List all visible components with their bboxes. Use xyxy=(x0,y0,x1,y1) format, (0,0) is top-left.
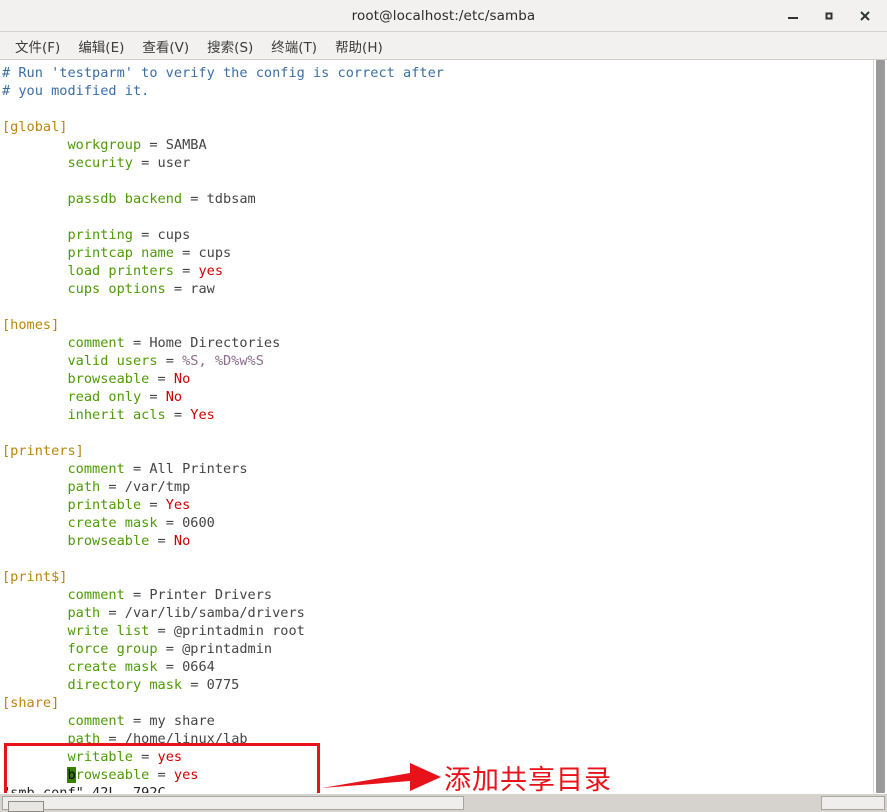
terminal-entry-line: path = /home/linux/lab xyxy=(67,731,248,747)
terminal-entry-line: passdb backend = tdbsam xyxy=(67,191,256,207)
terminal-entry-line: comment = Printer Drivers xyxy=(67,587,273,603)
menu-item-file[interactable]: 文件(F) xyxy=(8,34,67,58)
terminal-entry-line: write list = @printadmin root xyxy=(67,623,305,639)
close-icon[interactable] xyxy=(857,8,873,24)
window-title: root@localhost:/etc/samba xyxy=(351,7,536,24)
terminal-section-header: [printers] xyxy=(2,442,873,460)
horizontal-scrollbar-thumb[interactable] xyxy=(8,801,44,812)
maximize-icon[interactable] xyxy=(821,8,837,24)
terminal-entry-line: browseable = No xyxy=(67,533,191,549)
window-controls xyxy=(785,8,887,24)
terminal-section-header: [homes] xyxy=(2,316,873,334)
menubar: 文件(F) 编辑(E) 查看(V) 搜索(S) 终端(T) 帮助(H) xyxy=(0,32,887,60)
terminal-entry-line: printable = Yes xyxy=(67,497,191,513)
terminal-entry-line: comment = Home Directories xyxy=(67,335,281,351)
terminal-entry-line: browseable = yes xyxy=(67,767,199,783)
terminal-cursor: b xyxy=(67,767,76,783)
terminal-section-header: [global] xyxy=(2,118,873,136)
terminal-section-header: [share] xyxy=(2,694,873,712)
terminal-entry-line: path = /var/tmp xyxy=(67,479,191,495)
menu-item-view[interactable]: 查看(V) xyxy=(135,34,196,58)
section-name-printers: [printers] xyxy=(2,443,84,459)
terminal-comment-line: # you modified it. xyxy=(2,83,150,99)
terminal-entry-line: browseable = No xyxy=(67,371,191,387)
menu-item-help[interactable]: 帮助(H) xyxy=(328,34,390,58)
terminal-entry-line: read only = No xyxy=(67,389,183,405)
terminal-section-header: [print$] xyxy=(2,568,873,586)
terminal-entry-line: comment = my share xyxy=(67,713,215,729)
terminal-entry-line: comment = All Printers xyxy=(67,461,248,477)
terminal-entry-line: force group = @printadmin xyxy=(67,641,273,657)
section-name-homes: [homes] xyxy=(2,317,60,333)
terminal-entry-line: directory mask = 0775 xyxy=(67,677,240,693)
minimize-icon[interactable] xyxy=(785,8,801,24)
terminal-entry-line: load printers = yes xyxy=(67,263,224,279)
section-name-share: [share] xyxy=(2,695,60,711)
terminal-entry-line: printing = cups xyxy=(67,227,191,243)
section-name-global: [global] xyxy=(2,119,68,135)
terminal-entry-line: cups options = raw xyxy=(67,281,215,297)
terminal-entry-line: create mask = 0664 xyxy=(67,659,215,675)
terminal-status-line: "smb.conf" 42L, 792C xyxy=(2,784,873,793)
terminal-entry-line: workgroup = SAMBA xyxy=(67,137,207,153)
vertical-scrollbar[interactable] xyxy=(873,60,887,793)
file-status-text: "smb.conf" 42L, 792C xyxy=(2,785,166,793)
horizontal-scrollbar-track[interactable] xyxy=(2,796,464,812)
section-name-printdollar: [print$] xyxy=(2,569,68,585)
terminal-entry-line: create mask = 0600 xyxy=(67,515,215,531)
terminal-comment-line: # Run 'testparm' to verify the config is… xyxy=(2,65,444,81)
terminal-entry-line: valid users = %S, %D%w%S xyxy=(67,353,264,369)
scrollbar-thumb[interactable] xyxy=(876,60,885,793)
terminal-entry-line: path = /var/lib/samba/drivers xyxy=(67,605,305,621)
bottom-taskbar xyxy=(0,793,887,812)
terminal-text-buffer[interactable]: # Run 'testparm' to verify the config is… xyxy=(0,60,873,793)
terminal-window: root@localhost:/etc/samba 文件(F) 编辑(E) 查看… xyxy=(0,0,887,812)
menu-item-edit[interactable]: 编辑(E) xyxy=(71,34,131,58)
terminal-entry-line: security = user xyxy=(67,155,191,171)
terminal-area: # Run 'testparm' to verify the config is… xyxy=(0,60,887,793)
menu-item-terminal[interactable]: 终端(T) xyxy=(264,34,324,58)
terminal-entry-line: inherit acls = Yes xyxy=(67,407,215,423)
taskbar-tray[interactable] xyxy=(821,796,885,810)
window-titlebar: root@localhost:/etc/samba xyxy=(0,0,887,32)
menu-item-search[interactable]: 搜索(S) xyxy=(200,34,260,58)
terminal-entry-line: printcap name = cups xyxy=(67,245,232,261)
terminal-entry-line: writable = yes xyxy=(67,749,183,765)
